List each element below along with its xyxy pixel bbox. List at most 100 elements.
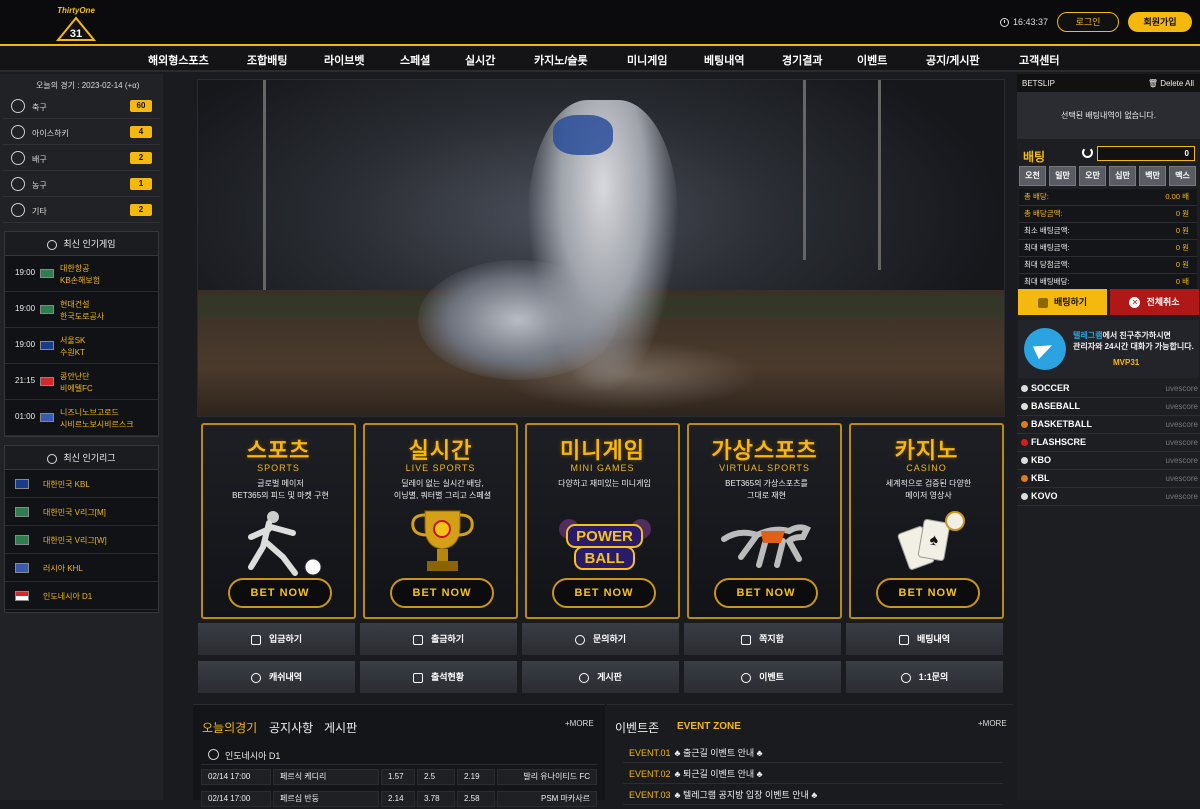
league-row[interactable]: 대한민국 V리그[W]: [5, 526, 158, 554]
inquiry-button[interactable]: 문의하기: [521, 622, 680, 656]
popular-game-row[interactable]: 19:00 현대건설 한국도로공사: [5, 292, 158, 328]
event-text: ♣ 텔레그램 공지방 입장 이벤트 안내 ♣: [674, 790, 818, 800]
league-row[interactable]: 인도네시아 D1: [5, 582, 158, 610]
league-row[interactable]: 대한민국 V리그[M]: [5, 498, 158, 526]
board-button[interactable]: 게시판: [521, 660, 680, 694]
sport-row[interactable]: 배구 2: [3, 146, 160, 171]
chip-50000[interactable]: 오만: [1079, 166, 1106, 186]
sport-row[interactable]: 축구 60: [3, 94, 160, 119]
hero-banner[interactable]: [197, 79, 1005, 417]
livescore-soccer[interactable]: SOCCER uvescore: [1017, 380, 1200, 398]
flashscore-icon: [1021, 439, 1028, 446]
game-away: 비에텔FC: [60, 384, 93, 393]
card-subtitle: CASINO: [906, 463, 947, 473]
bet-amount-input[interactable]: 0: [1097, 146, 1195, 161]
tab-notices[interactable]: 공지사항: [269, 719, 313, 736]
odds-away[interactable]: 2.19: [457, 769, 495, 785]
nav-item[interactable]: 미니게임: [627, 52, 667, 68]
bet-now-button[interactable]: BET NOW: [552, 578, 656, 608]
sport-row[interactable]: 농구 1: [3, 172, 160, 197]
odds-draw[interactable]: 2.5: [417, 769, 455, 785]
main-nav: 해외형스포츠 조합배팅 라이브벳 스페셜 실시간 카지노/슬롯 미니게임 베팅내…: [0, 44, 1200, 72]
nav-item[interactable]: 해외형스포츠: [148, 52, 209, 68]
popular-game-row[interactable]: 01:00 니즈니노브고로드 시비르노보시비르스크: [5, 400, 158, 436]
bet-now-button[interactable]: BET NOW: [876, 578, 980, 608]
mini-games-card[interactable]: 미니게임 MINI GAMES 다양하고 재미있는 미니게임 POWER BAL…: [525, 423, 680, 619]
league-row[interactable]: 러시아 KHL: [5, 554, 158, 582]
bet-now-button[interactable]: BET NOW: [228, 578, 332, 608]
chip-1000000[interactable]: 백만: [1139, 166, 1166, 186]
bet-now-button[interactable]: BET NOW: [714, 578, 818, 608]
sport-count-badge: 1: [130, 178, 152, 190]
chip-max[interactable]: 맥스: [1169, 166, 1196, 186]
telegram-banner[interactable]: 텔레그램에서 친구추가하시면 관리자와 24시간 대화가 가능합니다. MVP31: [1018, 320, 1199, 378]
join-button[interactable]: 회원가입: [1128, 12, 1192, 32]
nav-item[interactable]: 스페셜: [400, 52, 430, 68]
mailbox-button[interactable]: 쪽지함: [683, 622, 842, 656]
nav-item[interactable]: 조합배팅: [247, 52, 287, 68]
kbo-icon: [1021, 457, 1028, 464]
bet-history-button[interactable]: 배팅내역: [845, 622, 1004, 656]
cash-history-button[interactable]: 캐쉬내역: [197, 660, 356, 694]
site-logo[interactable]: ThirtyOne 31: [54, 6, 98, 42]
event-row[interactable]: EVENT.03 ♣ 텔레그램 공지방 입장 이벤트 안내 ♣: [623, 785, 1003, 805]
livescore-basketball[interactable]: BASKETBALL uvescore: [1017, 416, 1200, 434]
sports-card[interactable]: 스포츠 SPORTS 글로벌 메이저 BET365의 피드 및 마켓 구현 BET…: [201, 423, 356, 619]
odds-home[interactable]: 2.14: [381, 791, 415, 807]
more-link[interactable]: +MORE: [565, 719, 594, 728]
league-row[interactable]: 대한민국 KBL: [5, 470, 158, 498]
nav-item[interactable]: 베팅내역: [704, 52, 744, 68]
tab-today-games[interactable]: 오늘의경기: [202, 719, 257, 736]
event-text: ♣ 퇴근길 이벤트 안내 ♣: [674, 769, 763, 779]
match-row[interactable]: 02/14 17:00 페르십 반둥 2.14 3.78 2.58 PSM 마카…: [201, 789, 597, 809]
tab-board[interactable]: 게시판: [324, 719, 357, 736]
bet-now-button[interactable]: BET NOW: [390, 578, 494, 608]
nav-item[interactable]: 경기결과: [782, 52, 822, 68]
virtual-sports-card[interactable]: 가상스포츠 VIRTUAL SPORTS BET365의 가상스포츠를 그대로 재…: [687, 423, 842, 619]
chip-5000[interactable]: 오천: [1019, 166, 1046, 186]
casino-card[interactable]: 카지노 CASINO 세계적으로 검증된 다양한 메이저 영상사 ♠ BET NO…: [849, 423, 1004, 619]
popular-game-row[interactable]: 21:15 콩안난단 비에텔FC: [5, 364, 158, 400]
cancel-all-button[interactable]: ✕ 전체취소: [1110, 289, 1199, 315]
chip-100000[interactable]: 십만: [1109, 166, 1136, 186]
nav-item[interactable]: 실시간: [465, 52, 495, 68]
card-title: 실시간: [408, 438, 473, 463]
league-name: 대한민국 KBL: [43, 480, 90, 489]
chip-10000[interactable]: 일만: [1049, 166, 1076, 186]
delete-all-button[interactable]: 🗑 Delete All: [1148, 79, 1194, 88]
popular-game-row[interactable]: 19:00 서울SK 수원KT: [5, 328, 158, 364]
event-row[interactable]: EVENT.02 ♣ 퇴근길 이벤트 안내 ♣: [623, 764, 1003, 784]
livescore-kovo[interactable]: KOVO uvescore: [1017, 488, 1200, 506]
one-to-one-button[interactable]: 1:1문의: [845, 660, 1004, 694]
refresh-icon[interactable]: [1082, 147, 1093, 158]
more-link[interactable]: +MORE: [978, 719, 1007, 728]
place-bet-button[interactable]: 배팅하기: [1018, 289, 1107, 315]
nav-item[interactable]: 라이브벳: [324, 52, 364, 68]
livescore-kbo[interactable]: KBO uvescore: [1017, 452, 1200, 470]
game-time: 19:00: [15, 268, 36, 277]
livescore-flashscore[interactable]: FLASHSCRE uvescore: [1017, 434, 1200, 452]
league-name: 인도네시아 D1: [43, 592, 93, 601]
odds-home[interactable]: 1.57: [381, 769, 415, 785]
nav-item[interactable]: 카지노/슬롯: [534, 52, 588, 68]
nav-item[interactable]: 이벤트: [857, 52, 887, 68]
nav-item[interactable]: 공지/게시판: [926, 52, 980, 68]
nav-item[interactable]: 고객센터: [1019, 52, 1059, 68]
event-row[interactable]: EVENT.01 ♣ 출근길 이벤트 안내 ♣: [623, 743, 1003, 763]
popular-game-row[interactable]: 19:00 대한항공 KB손해보험: [5, 256, 158, 292]
attendance-button[interactable]: 출석현황: [359, 660, 518, 694]
top-bar: ThirtyOne 31 16:43:37 로그인 회원가입: [0, 0, 1200, 44]
betslip-title: BETSLIP: [1022, 79, 1055, 88]
deposit-button[interactable]: 입금하기: [197, 622, 356, 656]
live-sports-card[interactable]: 실시간 LIVE SPORTS 딜레이 없는 실시간 배당, 이닝별, 쿼터별 그…: [363, 423, 518, 619]
login-button[interactable]: 로그인: [1057, 12, 1119, 32]
odds-away[interactable]: 2.58: [457, 791, 495, 807]
event-button[interactable]: 이벤트: [683, 660, 842, 694]
sport-row[interactable]: 기타 2: [3, 198, 160, 223]
withdraw-button[interactable]: 출금하기: [359, 622, 518, 656]
odds-draw[interactable]: 3.78: [417, 791, 455, 807]
livescore-kbl[interactable]: KBL uvescore: [1017, 470, 1200, 488]
sport-row[interactable]: 아이스하키 4: [3, 120, 160, 145]
livescore-baseball[interactable]: BASEBALL uvescore: [1017, 398, 1200, 416]
match-row[interactable]: 02/14 17:00 페르식 케디리 1.57 2.5 2.19 발리 유나이…: [201, 767, 597, 787]
